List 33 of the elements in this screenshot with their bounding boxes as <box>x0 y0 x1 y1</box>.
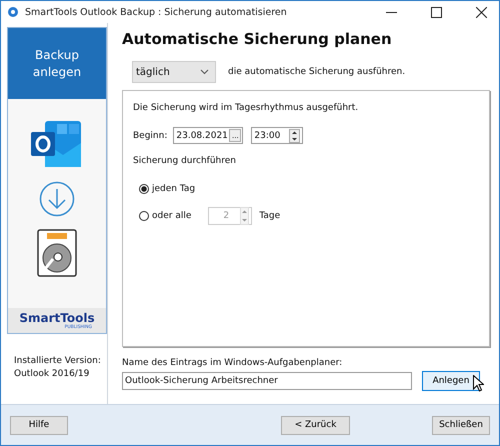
hard-drive-icon <box>37 229 77 277</box>
app-icon <box>7 6 19 18</box>
page-heading: Automatische Sicherung planen <box>122 30 393 48</box>
maximize-icon[interactable] <box>431 6 442 18</box>
version-text: Outlook 2016/19 <box>14 369 90 379</box>
create-button[interactable]: Anlegen <box>422 371 480 391</box>
time-field[interactable]: 23:00 <box>251 127 304 144</box>
radio-label[interactable]: jeden Tag <box>152 184 196 194</box>
sidebar-header-text: Backup <box>35 46 79 64</box>
window-title: SmartTools Outlook Backup : Sicherung automatisieren <box>25 6 287 18</box>
mail-app-icon <box>31 121 83 169</box>
download-icon <box>39 181 75 217</box>
radio-button[interactable] <box>139 184 149 194</box>
spinner-icon[interactable] <box>289 128 300 142</box>
radio-button[interactable] <box>139 211 149 221</box>
footer-button[interactable]: Hilfe <box>10 416 68 434</box>
start-label: Beginn: <box>133 130 168 140</box>
radio-label[interactable]: oder alle <box>152 211 192 221</box>
description-text: Die Sicherung wird im Tagesrhythmus ausgeführt. <box>133 103 360 113</box>
chevron-icon <box>200 69 209 75</box>
version-text: Installierte Version: <box>14 356 102 366</box>
logo-text: SmartTools <box>19 312 95 325</box>
repeat-label: Sicherung durchführen <box>133 156 237 166</box>
task-name-label: Name des Eintrags im Windows-Aufgabenplaner: <box>122 358 344 368</box>
frequency-dropdown[interactable]: täglich <box>132 61 216 83</box>
sidebar-header-text: anlegen <box>32 64 82 80</box>
cursor-icon <box>473 375 484 392</box>
footer-button[interactable]: Schließen <box>432 416 490 434</box>
close-icon[interactable] <box>476 6 487 18</box>
unit-label: Tage <box>259 211 280 221</box>
footer-button[interactable]: < Zurück <box>281 416 350 434</box>
frequency-label: die automatische Sicherung ausführen. <box>228 67 406 77</box>
task-name-field[interactable]: Outlook-Sicherung Arbeitsrechner <box>122 372 412 390</box>
